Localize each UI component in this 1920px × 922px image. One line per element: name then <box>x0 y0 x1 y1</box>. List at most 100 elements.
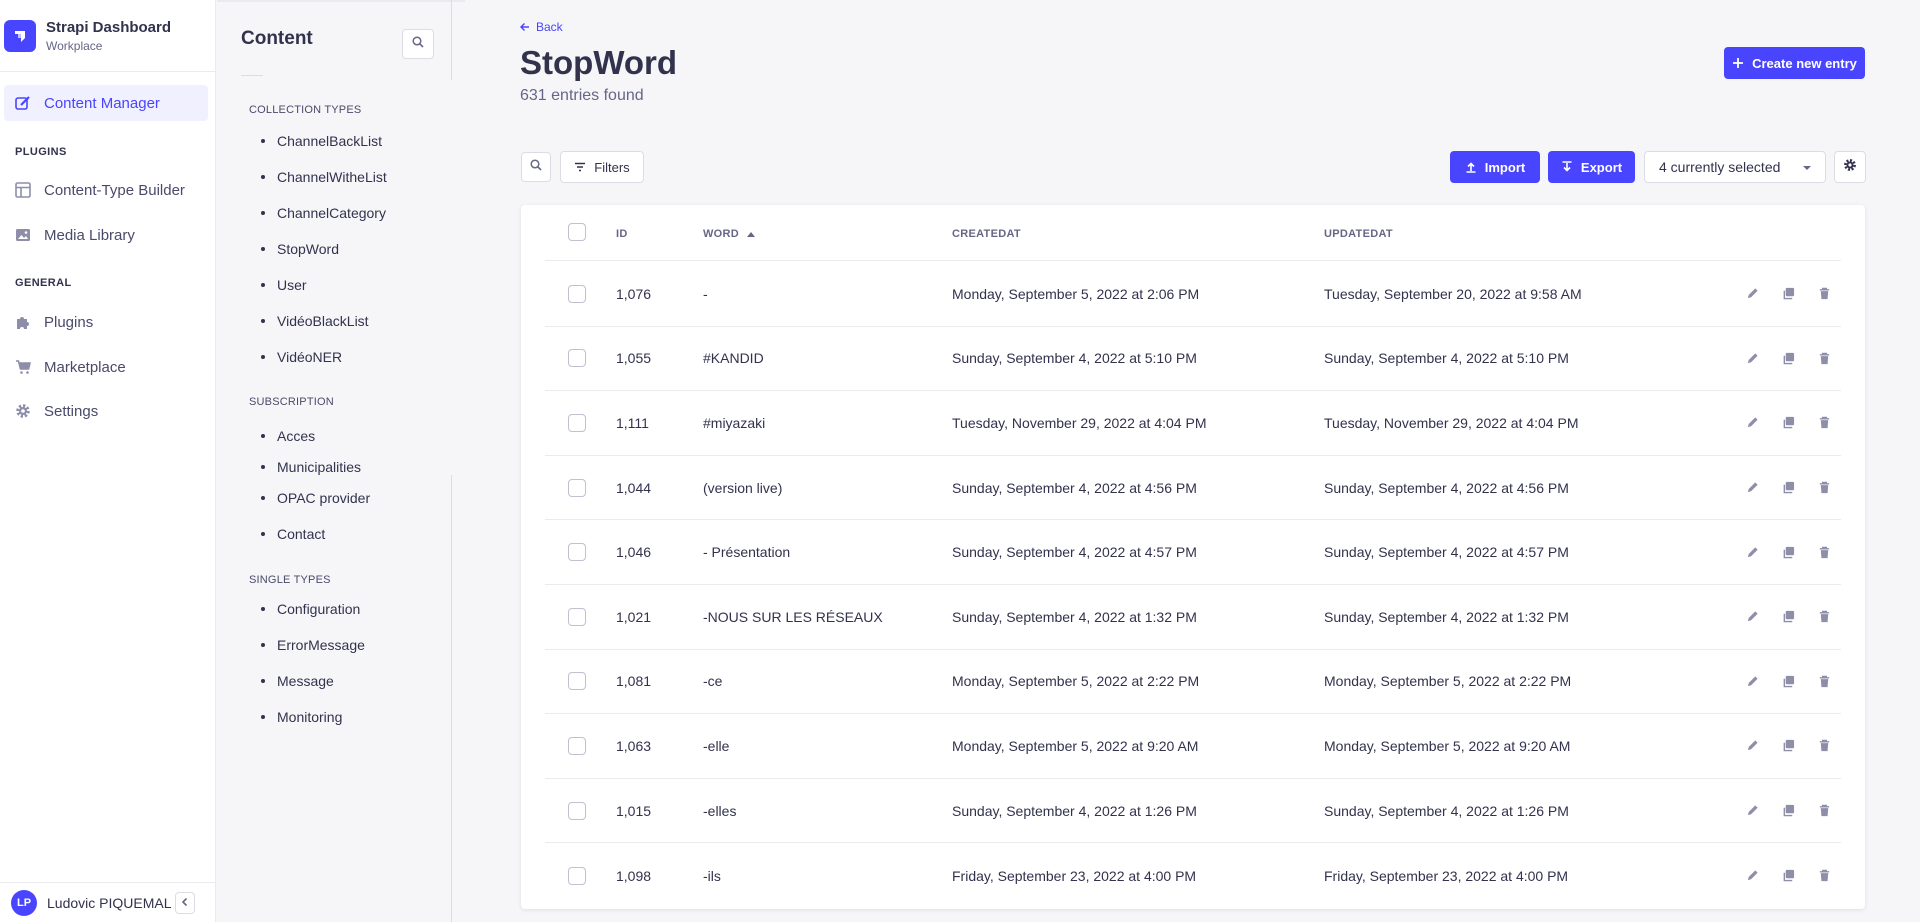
row-checkbox[interactable] <box>568 607 586 626</box>
back-link[interactable]: Back <box>520 20 563 34</box>
pencil-icon[interactable] <box>1744 415 1760 431</box>
filters-button[interactable]: Filters <box>560 151 644 183</box>
nav-plugins[interactable]: Plugins <box>4 304 208 340</box>
cell-updatedat: Sunday, September 4, 2022 at 1:32 PM <box>1324 608 1569 625</box>
pencil-icon[interactable] <box>1744 286 1760 302</box>
cell-id: 1,063 <box>616 737 652 754</box>
columns-select[interactable]: 4 currently selected <box>1644 151 1826 183</box>
row-checkbox[interactable] <box>568 736 586 755</box>
subnav-item-videoblacklist[interactable]: VidéoBlackList <box>261 313 369 329</box>
image-icon <box>14 226 32 244</box>
trash-icon[interactable] <box>1816 738 1832 754</box>
subnav-item-channelwithelist[interactable]: ChannelWitheList <box>261 169 387 185</box>
select-all-checkbox[interactable] <box>568 223 586 241</box>
export-button[interactable]: Export <box>1548 151 1635 183</box>
subnav-item-stopword[interactable]: StopWord <box>261 241 339 257</box>
trash-icon[interactable] <box>1816 609 1832 625</box>
collapse-nav-button[interactable] <box>175 892 195 914</box>
nav-marketplace[interactable]: Marketplace <box>4 349 208 385</box>
row-checkbox[interactable] <box>568 284 586 303</box>
table-row[interactable]: 1,015 -elles Sunday, September 4, 2022 at … <box>545 779 1841 844</box>
table-row[interactable]: 1,055 #KANDID Sunday, September 4, 2022 at… <box>545 327 1841 392</box>
row-checkbox[interactable] <box>568 543 586 562</box>
row-checkbox[interactable] <box>568 672 586 691</box>
subnav-item-user[interactable]: User <box>261 277 307 293</box>
user-menu[interactable]: LP Ludovic PIQUEMAL <box>0 882 216 922</box>
table-row[interactable]: 1,098 -ils Friday, September 23, 2022 at 4… <box>545 843 1841 908</box>
trash-icon[interactable] <box>1816 286 1832 302</box>
duplicate-icon[interactable] <box>1780 480 1796 496</box>
duplicate-icon[interactable] <box>1780 673 1796 689</box>
subnav-item-contact[interactable]: Contact <box>261 526 325 542</box>
subnav-item-acces[interactable]: Acces <box>261 428 315 444</box>
subnav-item-monitoring[interactable]: Monitoring <box>261 709 342 725</box>
pencil-icon[interactable] <box>1744 738 1760 754</box>
column-header-id[interactable]: ID <box>616 228 628 240</box>
trash-icon[interactable] <box>1816 480 1832 496</box>
single-types-label: SINGLE TYPES <box>249 574 331 586</box>
table-row[interactable]: 1,081 -ce Monday, September 5, 2022 at 2:2… <box>545 650 1841 715</box>
nav-settings[interactable]: Settings <box>4 393 208 429</box>
subnav-search-button[interactable] <box>402 29 434 59</box>
nav-content-type-builder[interactable]: Content-Type Builder <box>4 172 208 208</box>
subnav-item-municipalities[interactable]: Municipalities <box>261 459 361 475</box>
subnav-item-configuration[interactable]: Configuration <box>261 601 360 617</box>
duplicate-icon[interactable] <box>1780 415 1796 431</box>
row-checkbox[interactable] <box>568 866 586 885</box>
pencil-icon[interactable] <box>1744 350 1760 366</box>
subnav-item-message[interactable]: Message <box>261 673 334 689</box>
trash-icon[interactable] <box>1816 415 1832 431</box>
subnav-title: Content <box>241 28 313 49</box>
cell-id: 1,076 <box>616 285 652 302</box>
subnav-item-channelcategory[interactable]: ChannelCategory <box>261 205 386 221</box>
pencil-icon[interactable] <box>1744 480 1760 496</box>
cell-createdat: Sunday, September 4, 2022 at 1:32 PM <box>952 608 1197 625</box>
row-checkbox[interactable] <box>568 478 586 497</box>
column-header-updatedat[interactable]: UPDATEDAT <box>1324 228 1393 240</box>
duplicate-icon[interactable] <box>1780 350 1796 366</box>
nav-media-library-label: Media Library <box>44 226 135 244</box>
import-button[interactable]: Import <box>1450 151 1540 183</box>
row-checkbox[interactable] <box>568 349 586 368</box>
column-header-word[interactable]: WORD <box>703 228 756 240</box>
nav-media-library[interactable]: Media Library <box>4 217 208 253</box>
cell-id: 1,015 <box>616 802 652 819</box>
duplicate-icon[interactable] <box>1780 738 1796 754</box>
trash-icon[interactable] <box>1816 803 1832 819</box>
view-settings-button[interactable] <box>1834 151 1866 183</box>
subnav-item-videoner[interactable]: VidéoNER <box>261 349 342 365</box>
pencil-icon[interactable] <box>1744 609 1760 625</box>
column-header-createdat[interactable]: CREATEDAT <box>952 228 1021 240</box>
table-row[interactable]: 1,076 - Monday, September 5, 2022 at 2:06 … <box>545 262 1841 327</box>
create-new-entry-label: Create new entry <box>1752 55 1857 71</box>
subnav-item-opac-provider[interactable]: OPAC provider <box>261 490 370 506</box>
table-row[interactable]: 1,063 -elle Monday, September 5, 2022 at 9… <box>545 714 1841 779</box>
table-row[interactable]: 1,021 -NOUS SUR LES RÉSEAUX Sunday, Septem… <box>545 585 1841 650</box>
pencil-icon[interactable] <box>1744 673 1760 689</box>
duplicate-icon[interactable] <box>1780 544 1796 560</box>
cell-updatedat: Monday, September 5, 2022 at 2:22 PM <box>1324 673 1572 690</box>
trash-icon[interactable] <box>1816 868 1832 884</box>
pencil-icon[interactable] <box>1744 868 1760 884</box>
table-row[interactable]: 1,111 #miyazaki Tuesday, November 29, 2022… <box>545 391 1841 456</box>
subnav-item-channelbacklist[interactable]: ChannelBackList <box>261 133 382 149</box>
subnav-item-errormessage[interactable]: ErrorMessage <box>261 637 365 653</box>
duplicate-icon[interactable] <box>1780 286 1796 302</box>
duplicate-icon[interactable] <box>1780 609 1796 625</box>
row-checkbox[interactable] <box>568 413 586 432</box>
trash-icon[interactable] <box>1816 673 1832 689</box>
create-new-entry-button[interactable]: Create new entry <box>1724 47 1865 79</box>
table-row[interactable]: 1,046 - Présentation Sunday, September 4, … <box>545 520 1841 585</box>
cell-word: -ils <box>703 867 721 884</box>
trash-icon[interactable] <box>1816 350 1832 366</box>
row-checkbox[interactable] <box>568 801 586 820</box>
duplicate-icon[interactable] <box>1780 868 1796 884</box>
pencil-icon[interactable] <box>1744 544 1760 560</box>
trash-icon[interactable] <box>1816 544 1832 560</box>
duplicate-icon[interactable] <box>1780 803 1796 819</box>
table-row[interactable]: 1,044 (version live) Sunday, September 4, … <box>545 456 1841 521</box>
nav-content-manager[interactable]: Content Manager <box>4 85 208 121</box>
table-search-button[interactable] <box>521 152 551 182</box>
pencil-icon[interactable] <box>1744 803 1760 819</box>
brand-header[interactable]: Strapi Dashboard Workplace <box>0 0 215 72</box>
